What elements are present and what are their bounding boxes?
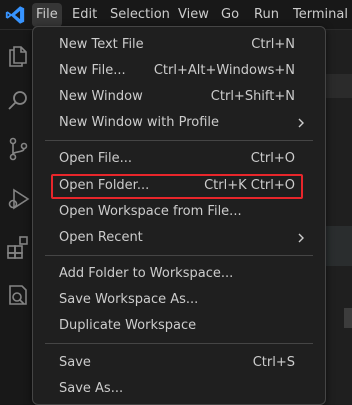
menu-item-shortcut: Ctrl+S	[252, 355, 295, 370]
menu-item-label: Add Folder to Workspace...	[59, 266, 234, 281]
menu-view[interactable]: View	[174, 3, 213, 27]
open-folder-highlight-box	[51, 174, 303, 199]
menu-item-shortcut: Ctrl+Alt+Windows+N	[153, 63, 295, 78]
menu-add-folder-to-workspace[interactable]: Add Folder to Workspace...	[33, 261, 325, 287]
chevron-right-icon	[298, 233, 304, 243]
menu-new-file[interactable]: New File... Ctrl+Alt+Windows+N	[33, 58, 325, 84]
menu-separator	[45, 255, 313, 256]
vscode-logo-icon	[5, 6, 25, 24]
menu-edit[interactable]: Edit	[68, 3, 101, 27]
menu-item-label: Open Recent	[59, 230, 143, 245]
background-strip	[344, 308, 352, 328]
run-debug-icon[interactable]	[5, 186, 31, 212]
menu-duplicate-workspace[interactable]: Duplicate Workspace	[33, 313, 325, 339]
menu-item-label: Save	[59, 355, 91, 370]
menu-item-shortcut: Ctrl+N	[251, 37, 295, 52]
menu-new-window[interactable]: New Window Ctrl+Shift+N	[33, 84, 325, 110]
background-strip	[322, 226, 352, 266]
menu-new-text-file[interactable]: New Text File Ctrl+N	[33, 32, 325, 58]
menu-item-label: Duplicate Workspace	[59, 318, 197, 333]
menu-selection[interactable]: Selection	[106, 3, 174, 27]
menu-save-as[interactable]: Save As...	[33, 376, 325, 402]
menu-item-label: Save As...	[59, 381, 124, 396]
menu-open-recent[interactable]: Open Recent	[33, 225, 325, 251]
menu-file[interactable]: File	[32, 3, 62, 27]
menu-run[interactable]: Run	[250, 3, 283, 27]
menu-open-file[interactable]: Open File... Ctrl+O	[33, 146, 325, 172]
source-control-icon[interactable]	[5, 136, 31, 162]
menu-separator	[45, 140, 313, 141]
menu-new-window-with-profile[interactable]: New Window with Profile	[33, 110, 325, 136]
chevron-right-icon	[298, 118, 304, 128]
remote-explorer-icon[interactable]	[5, 282, 31, 308]
search-icon[interactable]	[5, 88, 31, 114]
menu-item-label: Open File...	[59, 151, 133, 166]
menu-item-label: New Window with Profile	[59, 115, 220, 130]
menu-item-shortcut: Ctrl+O	[250, 151, 295, 166]
extensions-icon[interactable]	[5, 234, 31, 260]
menu-terminal[interactable]: Terminal	[289, 3, 352, 27]
menu-item-label: New Text File	[59, 37, 144, 52]
menu-item-label: New File...	[59, 63, 126, 78]
menu-item-shortcut: Ctrl+Shift+N	[210, 89, 295, 104]
menu-save[interactable]: Save Ctrl+S	[33, 350, 325, 376]
menu-go[interactable]: Go	[217, 3, 243, 27]
menu-open-workspace-from-file[interactable]: Open Workspace from File...	[33, 199, 325, 225]
background-strip	[322, 74, 352, 98]
menu-separator	[45, 343, 313, 344]
menu-item-label: New Window	[59, 89, 143, 104]
file-menu-dropdown: New Text File Ctrl+N New File... Ctrl+Al…	[32, 26, 326, 405]
menu-item-label: Save Workspace As...	[59, 292, 199, 307]
menu-save-workspace-as[interactable]: Save Workspace As...	[33, 287, 325, 313]
menu-item-label: Open Workspace from File...	[59, 204, 242, 219]
explorer-icon[interactable]	[5, 42, 31, 68]
activity-bar	[0, 30, 36, 405]
